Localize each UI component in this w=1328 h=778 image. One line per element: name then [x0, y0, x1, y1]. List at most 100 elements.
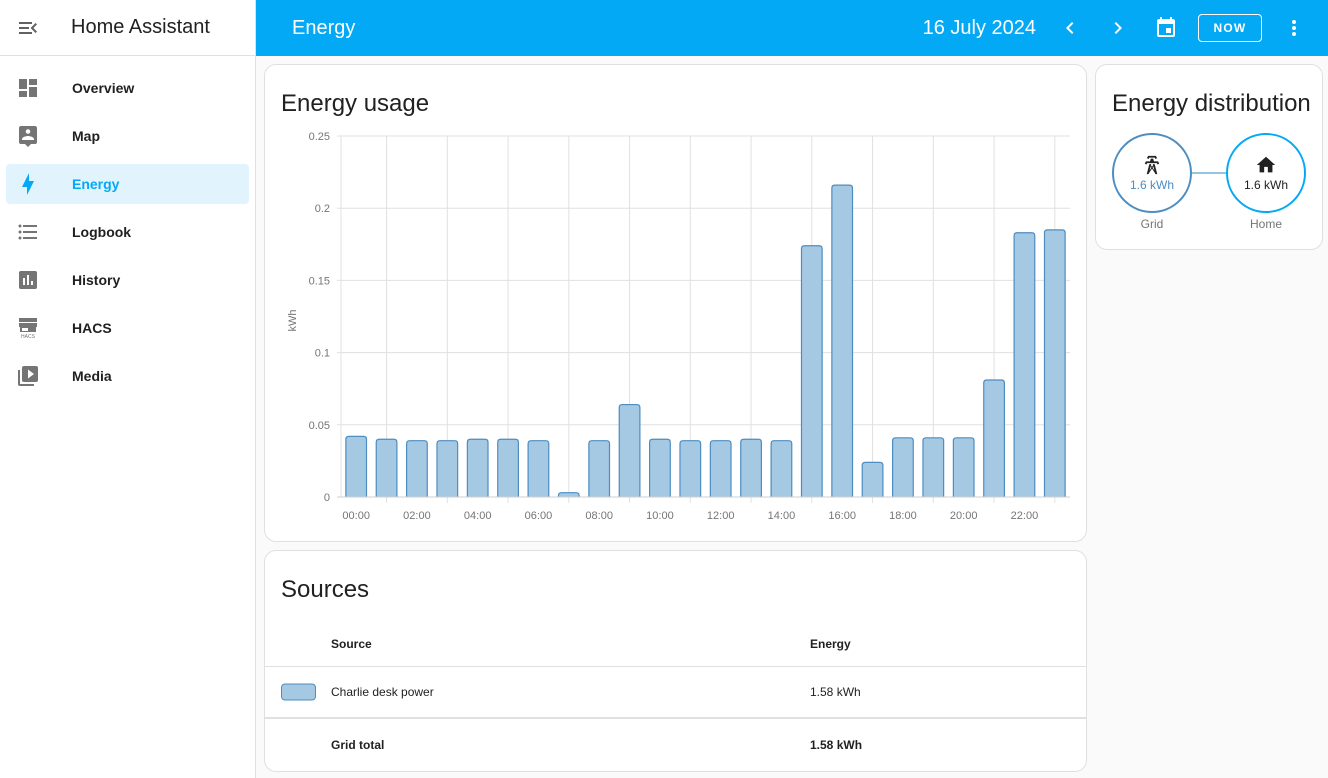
now-button[interactable]: NOW — [1198, 14, 1262, 42]
home-label: Home — [1249, 217, 1282, 231]
dots-vertical-icon — [1292, 20, 1296, 36]
format-list-icon — [6, 220, 50, 244]
bar-2200[interactable] — [1013, 232, 1036, 497]
bar-1400[interactable] — [770, 440, 793, 497]
sources-table: Source Energy Charlie desk power 1.58 kW… — [265, 621, 1086, 771]
bar-1700[interactable] — [861, 461, 884, 497]
bar-0700[interactable] — [557, 492, 580, 497]
bar-1100[interactable] — [679, 440, 702, 497]
table-row: Charlie desk power 1.58 kWh — [265, 667, 1086, 719]
sidebar-item-logbook[interactable]: Logbook — [6, 212, 249, 252]
energy-distribution-title: Energy distribution — [1112, 90, 1311, 117]
grid-label: Grid — [1140, 217, 1164, 231]
x-tick-label: 22:00 — [1011, 510, 1039, 522]
total-energy: 1.58 kWh — [810, 738, 863, 752]
lightning-bolt-icon — [6, 172, 50, 196]
bar-0200[interactable] — [406, 440, 428, 497]
sidebar-item-hacs[interactable]: HACS HACS — [6, 308, 249, 348]
y-tick-label: 0.1 — [315, 348, 330, 360]
x-tick-label: 02:00 — [403, 510, 431, 522]
bar-1200[interactable] — [709, 440, 732, 497]
x-tick-label: 04:00 — [464, 510, 492, 522]
y-tick-label: 0.15 — [309, 275, 330, 287]
date-display: 16 July 2024 — [922, 16, 1036, 39]
y-tick-label: 0.2 — [315, 203, 330, 215]
hacs-store-icon: HACS — [6, 316, 50, 340]
sidebar-list: Overview Map Energy Logbook History HACS… — [0, 56, 255, 396]
x-tick-label: 10:00 — [646, 510, 674, 522]
menu-toggle-button[interactable] — [0, 0, 56, 56]
y-axis-label: kWh — [287, 310, 299, 332]
sidebar: Home Assistant Overview Map Energy Logbo… — [0, 0, 256, 778]
bar-0100[interactable] — [375, 438, 398, 497]
sidebar-item-media[interactable]: Media — [6, 356, 249, 396]
bar-0900[interactable] — [618, 403, 641, 497]
calendar-icon — [1157, 17, 1175, 37]
top-app-bar: Energy 16 July 2024 NOW — [256, 0, 1328, 56]
bar-0500[interactable] — [497, 438, 519, 497]
sidebar-item-overview[interactable]: Overview — [6, 68, 249, 108]
map-account-icon — [6, 124, 50, 148]
x-tick-label: 06:00 — [525, 510, 553, 522]
sidebar-header: Home Assistant — [0, 0, 255, 56]
sidebar-item-energy[interactable]: Energy — [6, 164, 249, 204]
bar-1500[interactable] — [800, 245, 823, 497]
source-color-swatch — [281, 683, 316, 701]
x-tick-label: 20:00 — [950, 510, 978, 522]
sources-card: Sources Source Energy Charlie desk power… — [264, 550, 1087, 772]
home-icon — [1256, 156, 1276, 173]
sidebar-item-label: Map — [72, 128, 100, 144]
bar-0600[interactable] — [527, 440, 550, 497]
total-label: Grid total — [331, 738, 385, 752]
transmission-tower-icon — [1144, 155, 1160, 175]
bar-1600[interactable] — [831, 184, 854, 497]
x-tick-label: 08:00 — [585, 510, 613, 522]
page-title: Energy — [292, 16, 356, 39]
x-tick-label: 00:00 — [342, 510, 370, 522]
sidebar-item-label: Media — [72, 368, 112, 384]
bar-2300[interactable] — [1043, 229, 1066, 497]
app-title: Home Assistant — [71, 16, 210, 38]
grid-energy-value: 1.6 kWh — [1129, 178, 1174, 192]
play-box-multiple-icon — [6, 364, 50, 388]
bar-1000[interactable] — [649, 438, 671, 497]
x-tick-label: 18:00 — [889, 510, 917, 522]
bar-1900[interactable] — [922, 437, 945, 497]
table-total-row: Grid total 1.58 kWh — [265, 719, 1086, 771]
view-dashboard-icon — [6, 76, 50, 100]
energy-usage-chart[interactable]: 0 0.05 0.1 0.15 0.2 0.25 00:00 02:00 04:00 06:00 0… — [265, 65, 1088, 543]
column-header-source: Source — [331, 636, 372, 651]
bar-1800[interactable] — [892, 437, 914, 497]
bar-1300[interactable] — [740, 438, 762, 497]
sidebar-item-map[interactable]: Map — [6, 116, 249, 156]
chevron-right-icon — [1114, 22, 1122, 34]
y-tick-label: 0 — [324, 492, 330, 504]
bar-0800[interactable] — [588, 440, 611, 497]
sidebar-item-label: History — [72, 272, 121, 288]
grid-node[interactable]: 1.6 kWh — [1112, 133, 1192, 213]
table-header-row: Source Energy — [265, 621, 1086, 667]
sidebar-item-label: HACS — [72, 320, 112, 336]
date-picker-button[interactable] — [1142, 4, 1190, 52]
bar-0400[interactable] — [466, 438, 489, 497]
previous-period-button[interactable] — [1046, 4, 1094, 52]
sidebar-item-label: Energy — [72, 176, 120, 192]
sidebar-item-history[interactable]: History — [6, 260, 249, 300]
grid-to-home-flow-line — [1192, 172, 1228, 174]
bar-2000[interactable] — [952, 437, 975, 497]
svg-text:HACS: HACS — [21, 334, 36, 340]
bar-2100[interactable] — [983, 379, 1005, 497]
y-tick-label: 0.25 — [309, 131, 330, 143]
x-tick-label: 16:00 — [828, 510, 856, 522]
menu-open-icon — [19, 21, 37, 34]
column-header-energy: Energy — [810, 636, 851, 651]
bar-0300[interactable] — [436, 440, 459, 497]
next-period-button[interactable] — [1094, 4, 1142, 52]
home-node[interactable]: 1.6 kWh — [1226, 133, 1306, 213]
sources-title: Sources — [281, 576, 370, 603]
bar-0000[interactable] — [345, 435, 368, 497]
overflow-menu-button[interactable] — [1270, 4, 1318, 52]
chevron-left-icon — [1066, 22, 1074, 34]
sidebar-item-label: Overview — [72, 80, 135, 96]
source-name: Charlie desk power — [331, 685, 434, 699]
